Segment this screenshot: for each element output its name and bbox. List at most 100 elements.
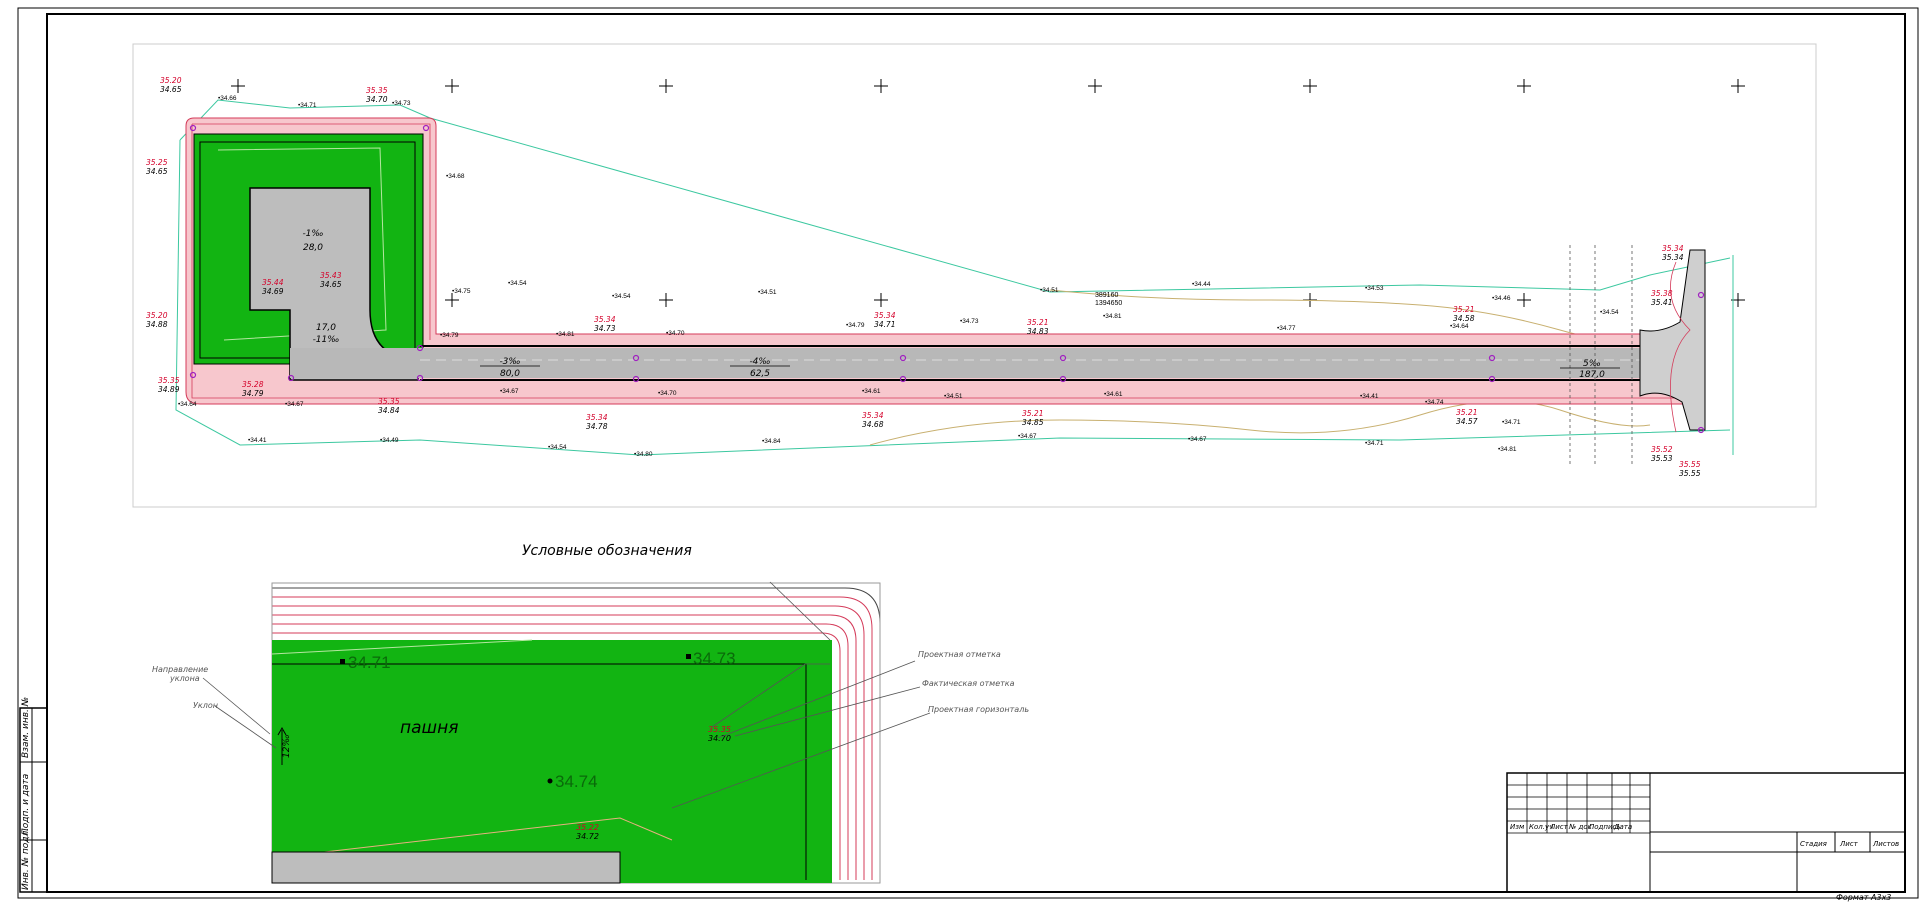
legend-elev-2: 34.73 <box>693 649 736 668</box>
sheet-format: Формат А3х3 <box>1836 893 1891 902</box>
spot-elevation: •34.46 <box>1492 295 1511 302</box>
actual-elevation: 35.55 <box>1679 469 1701 478</box>
project-elevation: 35.44 <box>262 278 284 287</box>
actual-elevation: 35.53 <box>1651 454 1673 463</box>
title-block <box>1506 772 1906 893</box>
legend-elev-1: 34.71 <box>348 653 391 672</box>
segment-1-length: 80,0 <box>500 369 520 379</box>
legend-pad <box>271 851 621 884</box>
actual-elevation: 34.79 <box>242 389 264 398</box>
spot-elevation: •34.71 <box>1502 419 1521 426</box>
project-elevation: 35.34 <box>1662 244 1684 253</box>
spot-elevation: •34.81 <box>1498 446 1517 453</box>
legend-slope-label: Уклон <box>193 701 218 710</box>
spot-elevation: •34.54 <box>548 444 567 451</box>
project-elevation: 35.43 <box>320 271 342 280</box>
actual-elevation: 34.65 <box>160 85 182 94</box>
svg-text:Дата: Дата <box>1613 823 1632 831</box>
site-plan: -3‰ 80,0 -4‰ 62,5 5‰ 187,0 -1‰ 28,0 17,0… <box>132 43 1817 508</box>
title-block-headers: Изм Кол.уч Лист № док Подпись Дата Стади… <box>1510 823 1899 848</box>
legend-elev-3: 34.74 <box>555 772 598 791</box>
spot-elevation: •34.66 <box>218 95 237 102</box>
spot-elevation: •34.54 <box>508 280 527 287</box>
spot-elevation: •34.71 <box>1365 440 1384 447</box>
project-elevation: 35.20 <box>146 311 168 320</box>
project-elevation: 35.20 <box>160 76 182 85</box>
side-stamp-podp: Подп. и дата <box>21 774 31 835</box>
project-elevation: 35.35 <box>378 397 400 406</box>
spot-elevation: •34.67 <box>500 388 519 395</box>
spot-elevation: •34.73 <box>392 100 411 107</box>
actual-elevation: 34.73 <box>594 324 616 333</box>
actual-elevation: 34.57 <box>1456 417 1478 426</box>
actual-elevation: 35.41 <box>1651 298 1672 307</box>
spot-elevation: •34.79 <box>440 332 459 339</box>
spot-elevation: •34.81 <box>1103 313 1122 320</box>
spot-elevation: •34.51 <box>758 289 777 296</box>
spot-elevation: •34.81 <box>556 331 575 338</box>
spot-elevation: •34.54 <box>1600 309 1619 316</box>
legend-project-mark-label: Проектная отметка <box>918 650 1001 659</box>
svg-text:Стадия: Стадия <box>1800 840 1827 848</box>
side-stamp-inv: Инв. № подл. <box>21 828 31 890</box>
spot-elevation: •34.44 <box>1192 281 1211 288</box>
project-elevation: 35.38 <box>1651 289 1673 298</box>
actual-elevation: 34.89 <box>158 385 180 394</box>
project-elevation: 35.21 <box>1456 408 1477 417</box>
project-elevation: 35.34 <box>586 413 608 422</box>
side-stamp-vzam: Взам. инв. № <box>21 697 31 758</box>
spot-elevation: •34.64 <box>1450 323 1469 330</box>
coordinate-1: 389160 <box>1095 292 1118 299</box>
legend-field <box>272 640 832 883</box>
spot-elevation: •34.53 <box>1365 285 1384 292</box>
svg-text:Изм: Изм <box>1510 823 1525 831</box>
legend-project-mark-red: 35.35 <box>708 725 731 734</box>
actual-elevation: 34.78 <box>586 422 608 431</box>
project-elevation: 35.21 <box>1453 305 1474 314</box>
spot-elevation: •34.75 <box>452 288 471 295</box>
actual-elevation: 34.68 <box>862 420 884 429</box>
project-elevation: 35.25 <box>146 158 168 167</box>
project-elevation: 35.21 <box>1027 318 1048 327</box>
spot-elevation: •34.70 <box>658 390 677 397</box>
side-stamp: Инв. № подл. Подп. и дата Взам. инв. № <box>19 697 48 893</box>
legend-actual-mark-label: Фактическая отметка <box>922 679 1015 688</box>
actual-elevation: 34.65 <box>320 280 342 289</box>
actual-elevation: 34.83 <box>1027 327 1049 336</box>
actual-elevation: 35.34 <box>1662 253 1684 262</box>
spot-elevation: •34.79 <box>846 322 865 329</box>
pad-side-length: 17,0 <box>316 323 336 333</box>
spot-elevation: •34.84 <box>762 438 781 445</box>
coordinate-2: 1394650 <box>1095 300 1122 307</box>
legend-slope-value: 12‰ <box>282 734 292 758</box>
actual-elevation: 34.70 <box>366 95 388 104</box>
spot-elevation: •34.74 <box>1425 399 1444 406</box>
legend-field-label: пашня <box>400 718 458 738</box>
segment-3-slope: 5‰ <box>1583 359 1601 369</box>
pad-slope: -1‰ <box>302 229 323 239</box>
segment-3-length: 187,0 <box>1579 370 1605 380</box>
legend-detail: пашня 34.71 34.73 34.74 35.35 34.70 35.2… <box>152 581 1029 884</box>
spot-elevation: •34.67 <box>1188 436 1207 443</box>
svg-text:Лист: Лист <box>1549 823 1569 831</box>
actual-elevation: 34.65 <box>146 167 168 176</box>
pad-side-slope: -11‰ <box>313 335 340 345</box>
spot-elevation: •34.51 <box>1040 287 1059 294</box>
legend-direction-label-2: уклона <box>169 674 200 683</box>
project-elevation: 35.34 <box>594 315 616 324</box>
legend-project-mark-black: 34.70 <box>708 734 731 743</box>
project-elevation: 35.55 <box>1679 460 1701 469</box>
spot-elevation: •34.80 <box>634 451 653 458</box>
segment-1-slope: -3‰ <box>499 357 520 367</box>
svg-text:Листов: Листов <box>1872 840 1899 848</box>
legend-title: Условные обозначения <box>522 543 692 559</box>
spot-elevation: •34.49 <box>380 437 399 444</box>
actual-elevation: 34.85 <box>1022 418 1044 427</box>
project-elevation: 35.21 <box>1022 409 1043 418</box>
drawing-sheet: Инв. № подл. Подп. и дата Взам. инв. № -… <box>17 7 1919 902</box>
project-elevation: 35.34 <box>874 311 896 320</box>
pad-length: 28,0 <box>303 243 323 253</box>
actual-elevation: 34.88 <box>146 320 168 329</box>
spot-elevation: •34.54 <box>612 293 631 300</box>
spot-elevation: •34.67 <box>285 401 304 408</box>
